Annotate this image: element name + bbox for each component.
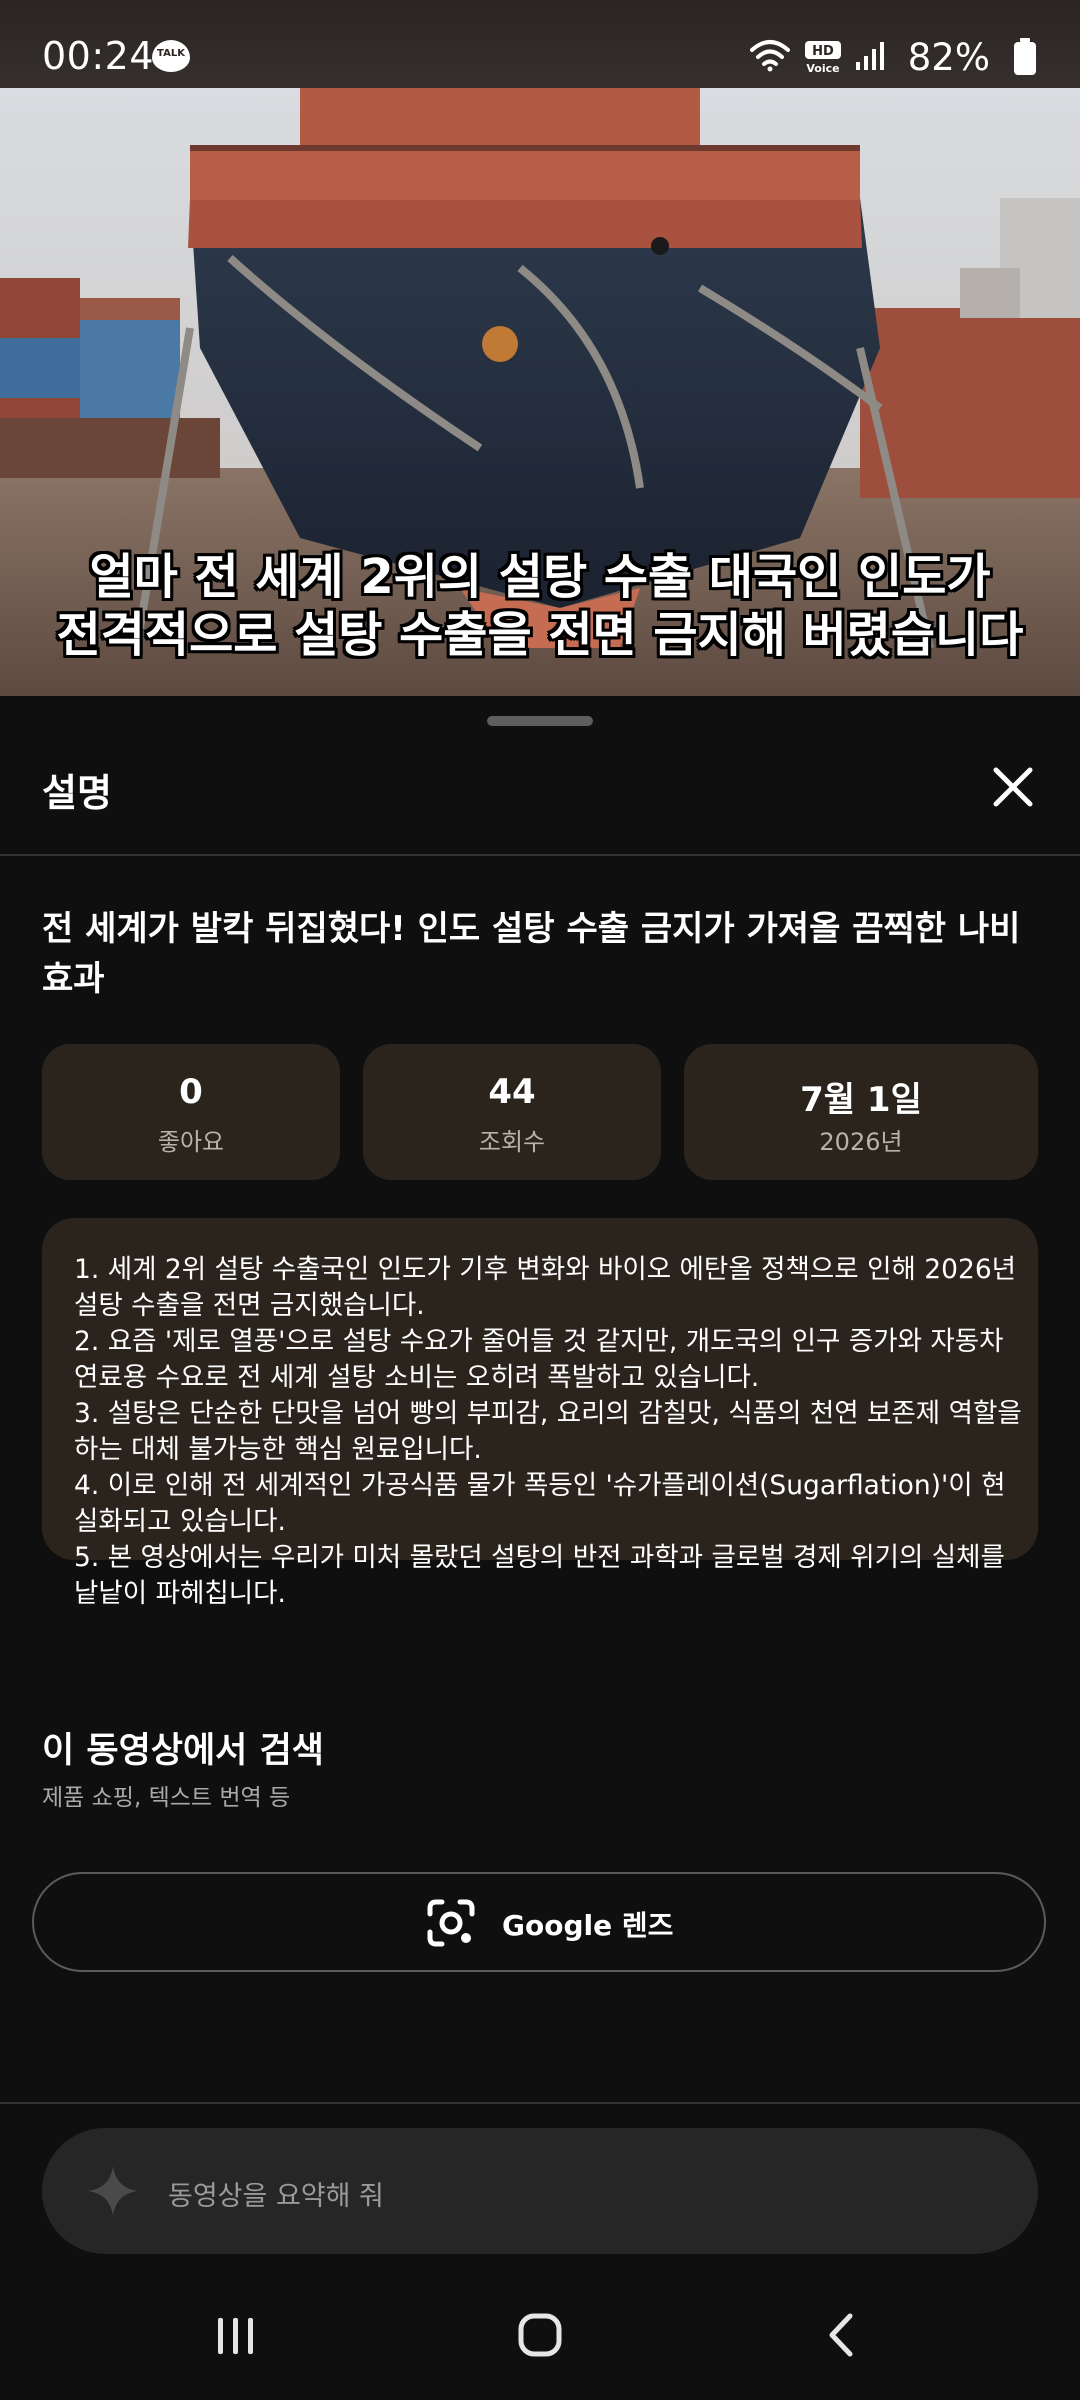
views-label: 조회수	[478, 1128, 546, 1156]
stat-card-date: 7월 1일 2026년	[684, 1044, 1038, 1180]
battery-percent: 82%	[907, 36, 990, 79]
upload-date: 7월 1일	[800, 1080, 922, 1120]
signal-icon	[856, 42, 884, 70]
stat-card-likes: 0 좋아요	[42, 1044, 340, 1180]
search-in-video-subtitle: 제품 쇼핑, 텍스트 번역 등	[42, 1785, 291, 1811]
stat-card-views: 44 조회수	[363, 1044, 661, 1180]
description-line: 3. 설탕은 단순한 단맛을 넘어 빵의 부피감, 요리의 감칠맛, 식품의 천…	[74, 1398, 1022, 1465]
google-lens-label: Google 렌즈	[502, 1909, 674, 1942]
back-icon[interactable]	[802, 2300, 882, 2370]
subtitle-line-1: 얼마 전 세계 2위의 설탕 수출 대국인 인도가	[89, 549, 991, 605]
views-count: 44	[488, 1072, 536, 1112]
subtitle-line-2: 전격적으로 설탕 수출을 전면 금지해 버렸습니다	[56, 607, 1024, 663]
description-line: 4. 이로 인해 전 세계적인 가공식품 물가 폭등인 '슈가플레이션(Suga…	[74, 1470, 1006, 1537]
description-box[interactable]: 1. 세계 2위 설탕 수출국인 인도가 기후 변화와 바이오 에탄올 정책으로…	[42, 1218, 1038, 1609]
drag-handle[interactable]	[487, 716, 593, 726]
recent-apps-icon[interactable]	[196, 2300, 276, 2370]
description-line: 5. 본 영상에서는 우리가 미처 몰랐던 설탕의 반전 과학과 글로벌 경제 …	[74, 1542, 1005, 1609]
google-lens-icon	[427, 1899, 475, 1947]
footer-divider	[0, 2102, 1080, 2104]
description-line: 2. 요즘 '제로 열풍'으로 설탕 수요가 줄어들 것 같지만, 개도국의 인…	[74, 1326, 1004, 1393]
search-in-video-title: 이 동영상에서 검색	[42, 1731, 324, 1771]
ask-placeholder: 동영상을 요약해 줘	[168, 2181, 384, 2212]
description-sheet: 설명 전 세계가 발칵 뒤집혔다! 인도 설탕 수출 금지가 가져올 끔찍한 나…	[0, 696, 1080, 2400]
google-lens-button[interactable]: Google 렌즈	[32, 1872, 1046, 1972]
video-player[interactable]: 얼마 전 세계 2위의 설탕 수출 대국인 인도가 전격적으로 설탕 수출을 전…	[0, 88, 1080, 696]
likes-label: 좋아요	[157, 1128, 225, 1156]
description-list: 1. 세계 2위 설탕 수출국인 인도가 기후 변화와 바이오 에탄올 정책으로…	[74, 1252, 1024, 1612]
sparkle-icon	[88, 2166, 138, 2216]
screen: 00:24 TALK HD Voice 82% 얼마 전 세계 2위의 설탕 수…	[0, 0, 1080, 2400]
hd-voice-icon: HD Voice	[805, 41, 841, 74]
sheet-title: 설명	[42, 771, 112, 815]
upload-year: 2026년	[819, 1128, 903, 1156]
ask-bar[interactable]: 동영상을 요약해 줘	[42, 2128, 1038, 2254]
battery-icon	[1014, 38, 1036, 75]
header-divider	[0, 854, 1080, 856]
kakaotalk-icon: TALK	[152, 40, 190, 72]
status-time: 00:24	[42, 34, 155, 78]
wifi-icon	[750, 40, 790, 72]
video-title: 전 세계가 발칵 뒤집혔다! 인도 설탕 수출 금지가 가져올 끔찍한 나비효과	[42, 909, 1021, 999]
status-bar: 00:24 TALK HD Voice 82%	[0, 0, 1080, 88]
description-line: 1. 세계 2위 설탕 수출국인 인도가 기후 변화와 바이오 에탄올 정책으로…	[74, 1254, 1017, 1321]
svg-text:HD: HD	[812, 44, 834, 59]
close-button[interactable]	[978, 752, 1048, 822]
likes-count: 0	[179, 1072, 203, 1112]
home-icon[interactable]	[500, 2300, 580, 2370]
video-subtitle: 얼마 전 세계 2위의 설탕 수출 대국인 인도가 전격적으로 설탕 수출을 전…	[0, 548, 1080, 664]
svg-text:Voice: Voice	[806, 62, 839, 74]
talk-badge-label: TALK	[157, 48, 185, 59]
close-icon	[993, 767, 1033, 807]
navigation-bar	[0, 2270, 1080, 2400]
